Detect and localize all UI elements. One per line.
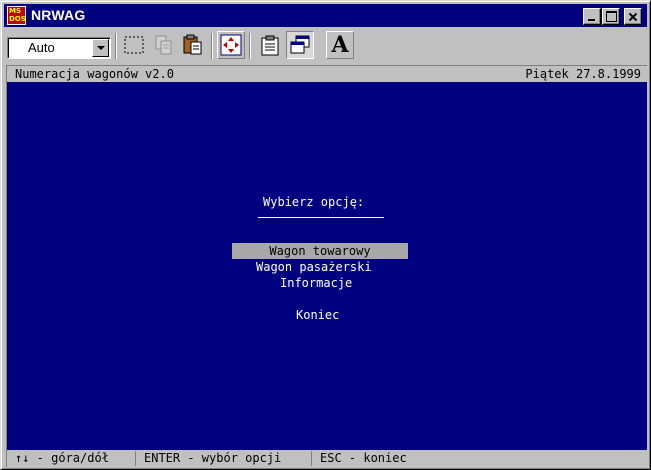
minimize-button[interactable]	[583, 8, 601, 25]
program-title: Numeracja wagonów v2.0	[15, 67, 174, 81]
console-header: Numeracja wagonów v2.0 Piątek 27.8.1999	[7, 66, 647, 82]
status-bar: ↑↓ - góra/dół ENTER - wybór opcji ESC - …	[7, 450, 647, 467]
font-button[interactable]: A	[326, 31, 354, 59]
prompt-underline	[258, 217, 384, 218]
menu-item-wagon-towarowy[interactable]: Wagon towarowy	[232, 243, 408, 259]
chevron-down-icon[interactable]	[92, 39, 109, 57]
toolbar-separator	[249, 33, 251, 59]
status-enter-hint: ENTER - wybór opcji	[144, 451, 282, 465]
mark-button[interactable]	[120, 31, 148, 59]
menu-item-wagon-pasazerski[interactable]: Wagon pasażerski	[256, 259, 372, 275]
menu-item-informacje[interactable]: Informacje	[280, 275, 352, 291]
properties-button[interactable]	[256, 31, 284, 59]
menu-item-koniec[interactable]: Koniec	[296, 307, 339, 323]
status-divider	[135, 451, 136, 466]
font-size-value: Auto	[28, 40, 55, 55]
window-title: NRWAG	[31, 7, 86, 23]
title-bar[interactable]: MS DOS NRWAG	[4, 4, 647, 27]
font-icon: A	[331, 32, 349, 58]
fullscreen-button[interactable]	[217, 31, 245, 59]
status-navigate-hint: ↑↓ - góra/dół	[15, 451, 109, 465]
current-date: Piątek 27.8.1999	[525, 67, 641, 81]
toolbar: Auto A	[4, 29, 647, 63]
fullscreen-icon	[220, 34, 242, 56]
toolbar-separator	[211, 33, 213, 59]
dos-window: MS DOS NRWAG Auto A Numeracja wagonów v2…	[0, 0, 651, 470]
close-button[interactable]	[624, 8, 642, 25]
background-icon	[290, 35, 310, 54]
status-divider	[311, 451, 312, 466]
copy-icon	[155, 35, 172, 55]
background-button[interactable]	[286, 31, 314, 59]
font-size-select[interactable]: Auto	[7, 37, 111, 59]
msdos-icon[interactable]: MS DOS	[7, 6, 26, 25]
menu-prompt: Wybierz opcję:	[263, 195, 365, 209]
status-esc-hint: ESC - koniec	[320, 451, 407, 465]
properties-icon	[261, 35, 279, 56]
toolbar-separator	[115, 33, 117, 59]
copy-button[interactable]	[150, 31, 178, 59]
maximize-button[interactable]	[602, 8, 620, 25]
mark-icon	[124, 36, 144, 54]
paste-button[interactable]	[179, 31, 207, 59]
console-screen[interactable]: Numeracja wagonów v2.0 Piątek 27.8.1999 …	[6, 65, 647, 467]
paste-icon	[183, 34, 202, 55]
